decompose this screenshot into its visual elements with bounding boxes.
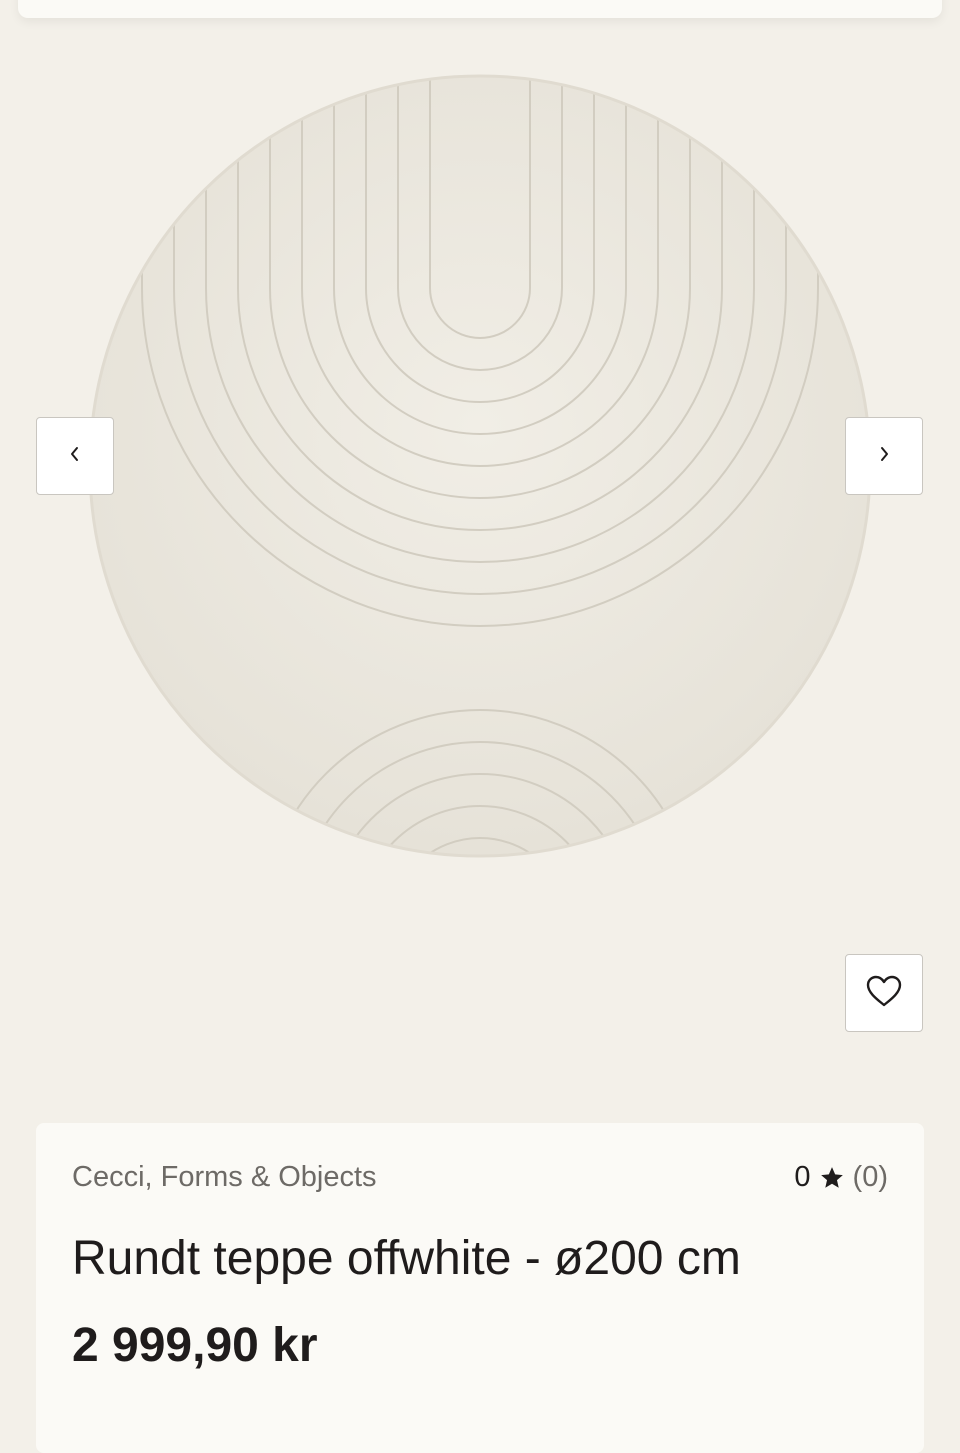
previous-image-button[interactable] (36, 417, 114, 495)
add-to-favorites-button[interactable] (845, 954, 923, 1032)
chevron-right-icon (877, 445, 891, 468)
product-rating[interactable]: 0 (0) (794, 1161, 888, 1194)
product-price: 2 999,90 kr (72, 1319, 318, 1372)
rating-score: 0 (794, 1161, 811, 1193)
product-title: Rundt teppe offwhite - ø200 cm (72, 1232, 741, 1285)
product-brand[interactable]: Cecci, Forms & Objects (72, 1161, 377, 1194)
next-image-button[interactable] (845, 417, 923, 495)
product-image-gallery[interactable] (0, 40, 960, 1100)
top-header-bar (18, 0, 942, 18)
heart-icon (865, 974, 903, 1013)
star-icon (819, 1165, 845, 1191)
product-image-rug (88, 74, 872, 858)
chevron-left-icon (68, 445, 82, 468)
product-info-card: Cecci, Forms & Objects 0 (0) Rundt teppe… (36, 1123, 924, 1453)
rating-count: (0) (852, 1161, 888, 1193)
